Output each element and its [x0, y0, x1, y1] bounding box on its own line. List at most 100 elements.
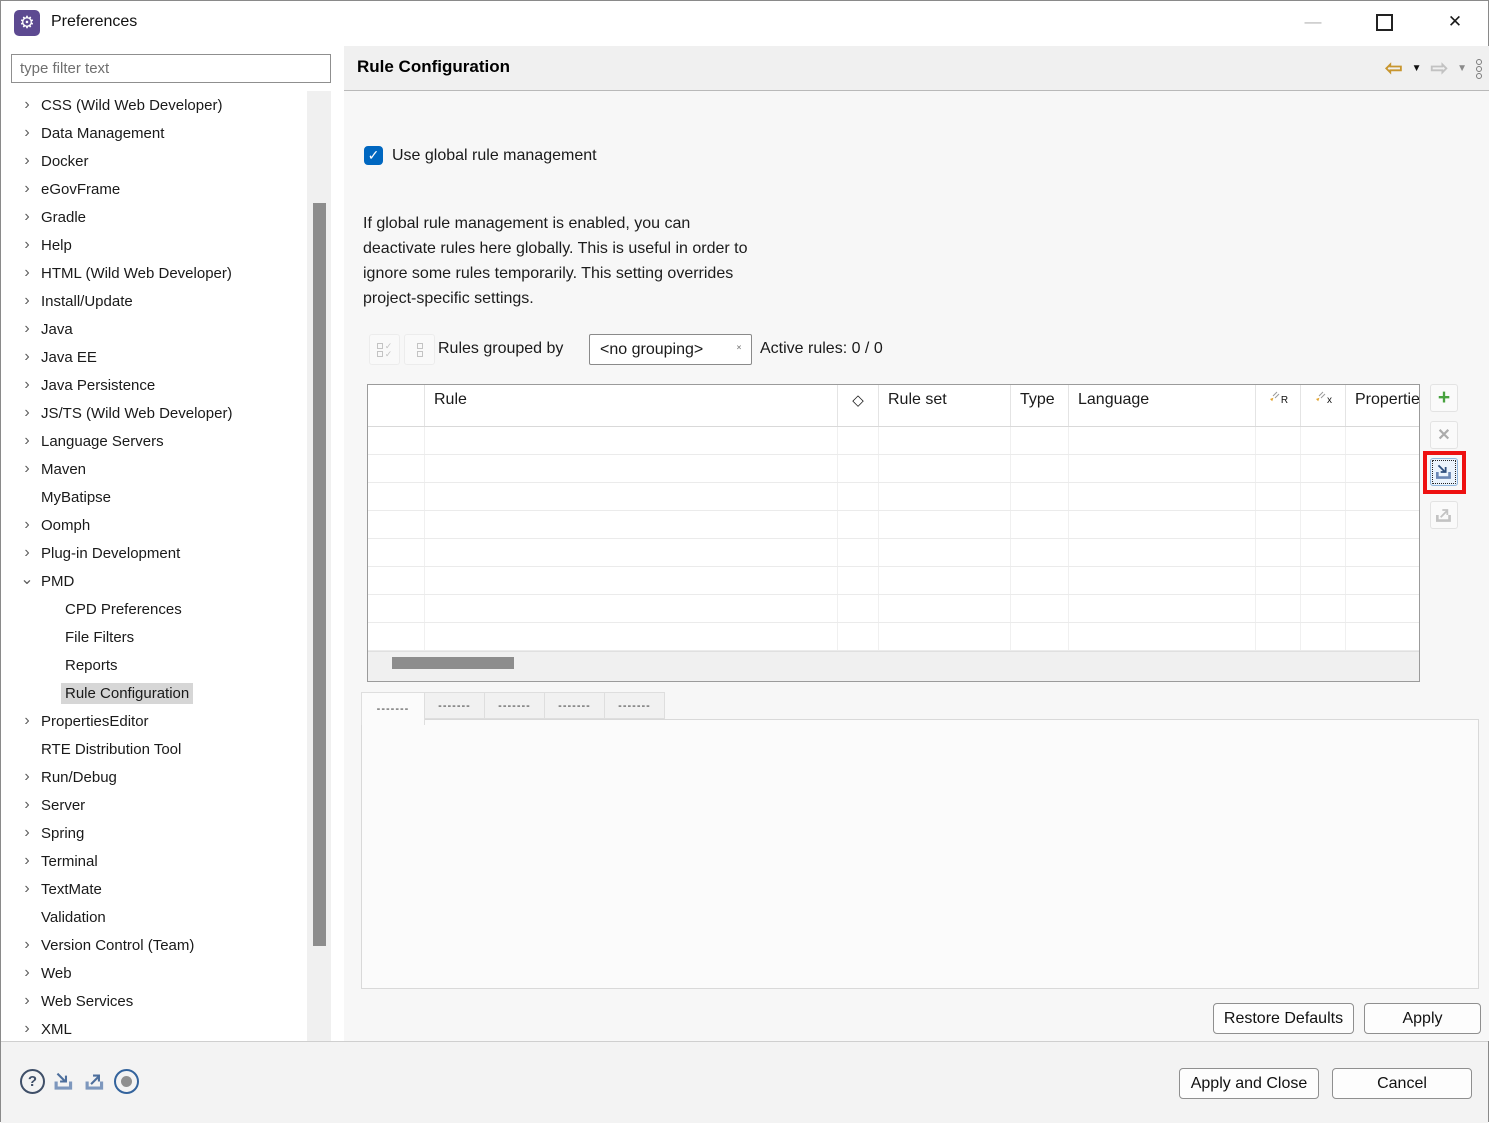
- sidebar-item-rule-configuration[interactable]: Rule Configuration: [1, 679, 306, 707]
- sidebar-item-cpd-preferences[interactable]: CPD Preferences: [1, 595, 306, 623]
- use-global-rule-management-row[interactable]: ✓ Use global rule management: [364, 146, 597, 165]
- chevron-collapsed-icon[interactable]: ›: [17, 264, 37, 282]
- column-header-checkbox[interactable]: [368, 385, 425, 426]
- filter-input[interactable]: [11, 54, 331, 83]
- rule-detail-tab-1[interactable]: -------: [361, 692, 425, 725]
- sidebar-item-install-update[interactable]: ›Install/Update: [1, 287, 306, 315]
- preference-recorder-icon[interactable]: [114, 1069, 139, 1094]
- rule-detail-tab-3[interactable]: -------: [485, 692, 545, 719]
- chevron-collapsed-icon[interactable]: ›: [17, 348, 37, 366]
- column-header-rule-set[interactable]: Rule set: [879, 385, 1011, 426]
- forward-arrow-icon[interactable]: ⇨: [1430, 56, 1448, 81]
- sidebar-item-server[interactable]: ›Server: [1, 791, 306, 819]
- sidebar-item-reports[interactable]: Reports: [1, 651, 306, 679]
- sidebar-item-rte-distribution-tool[interactable]: RTE Distribution Tool: [1, 735, 306, 763]
- sidebar-item-html-wild-web-developer[interactable]: ›HTML (Wild Web Developer): [1, 259, 306, 287]
- export-rules-button[interactable]: [1430, 501, 1458, 529]
- sidebar-item-java[interactable]: ›Java: [1, 315, 306, 343]
- chevron-collapsed-icon[interactable]: ›: [17, 432, 37, 450]
- chevron-collapsed-icon[interactable]: ›: [17, 320, 37, 338]
- sidebar-item-propertieseditor[interactable]: ›PropertiesEditor: [1, 707, 306, 735]
- sidebar-item-docker[interactable]: ›Docker: [1, 147, 306, 175]
- sidebar-scrollbar[interactable]: [307, 91, 331, 1041]
- check-all-rules-button[interactable]: ✓ ✓: [369, 334, 400, 365]
- grouping-select[interactable]: <no grouping> ˟: [589, 334, 752, 365]
- sidebar-item-version-control-team[interactable]: ›Version Control (Team): [1, 931, 306, 959]
- chevron-collapsed-icon[interactable]: ›: [17, 992, 37, 1010]
- rule-detail-tab-5[interactable]: -------: [605, 692, 665, 719]
- apply-and-close-button[interactable]: Apply and Close: [1179, 1068, 1319, 1099]
- table-horizontal-scrollbar-thumb[interactable]: [392, 657, 514, 669]
- chevron-collapsed-icon[interactable]: ›: [17, 236, 37, 254]
- column-header-rule-marker-r-icon[interactable]: R: [1256, 385, 1301, 426]
- chevron-collapsed-icon[interactable]: ›: [17, 376, 37, 394]
- chevron-collapsed-icon[interactable]: ›: [17, 880, 37, 898]
- column-header-language[interactable]: Language: [1069, 385, 1256, 426]
- chevron-collapsed-icon[interactable]: ›: [17, 936, 37, 954]
- chevron-collapsed-icon[interactable]: ›: [17, 544, 37, 562]
- chevron-collapsed-icon[interactable]: ›: [17, 152, 37, 170]
- help-icon[interactable]: ?: [20, 1069, 45, 1094]
- sidebar-item-css-wild-web-developer[interactable]: ›CSS (Wild Web Developer): [1, 91, 306, 119]
- view-menu-icon[interactable]: [1476, 59, 1482, 79]
- close-button[interactable]: ✕: [1432, 1, 1478, 43]
- sidebar-item-xml[interactable]: ›XML: [1, 1015, 306, 1041]
- sidebar-item-plug-in-development[interactable]: ›Plug-in Development: [1, 539, 306, 567]
- column-header-rule-marker-x-icon[interactable]: x: [1301, 385, 1346, 426]
- export-preferences-icon[interactable]: [83, 1071, 107, 1097]
- sidebar-item-data-management[interactable]: ›Data Management: [1, 119, 306, 147]
- remove-rule-button[interactable]: ✕: [1430, 421, 1458, 449]
- chevron-collapsed-icon[interactable]: ›: [17, 292, 37, 310]
- sidebar-item-mybatipse[interactable]: MyBatipse: [1, 483, 306, 511]
- sidebar-item-textmate[interactable]: ›TextMate: [1, 875, 306, 903]
- sidebar-item-java-persistence[interactable]: ›Java Persistence: [1, 371, 306, 399]
- sidebar-item-pmd[interactable]: ⌄PMD: [1, 567, 306, 595]
- sidebar-item-file-filters[interactable]: File Filters: [1, 623, 306, 651]
- add-rule-button[interactable]: +: [1430, 384, 1458, 412]
- sidebar-item-language-servers[interactable]: ›Language Servers: [1, 427, 306, 455]
- column-header-properties[interactable]: Properties: [1346, 385, 1420, 426]
- rule-detail-tab-2[interactable]: -------: [425, 692, 485, 719]
- minimize-button[interactable]: —: [1290, 1, 1336, 43]
- apply-button[interactable]: Apply: [1364, 1003, 1481, 1034]
- chevron-collapsed-icon[interactable]: ›: [17, 964, 37, 982]
- sidebar-item-js-ts-wild-web-developer[interactable]: ›JS/TS (Wild Web Developer): [1, 399, 306, 427]
- chevron-collapsed-icon[interactable]: ›: [17, 796, 37, 814]
- maximize-button[interactable]: [1361, 1, 1407, 43]
- forward-history-dropdown-icon[interactable]: ▼: [1457, 63, 1467, 74]
- chevron-collapsed-icon[interactable]: ›: [17, 460, 37, 478]
- chevron-collapsed-icon[interactable]: ›: [17, 124, 37, 142]
- sidebar-item-java-ee[interactable]: ›Java EE: [1, 343, 306, 371]
- use-global-checkbox[interactable]: ✓: [364, 146, 383, 165]
- restore-defaults-button[interactable]: Restore Defaults: [1213, 1003, 1354, 1034]
- sidebar-item-gradle[interactable]: ›Gradle: [1, 203, 306, 231]
- column-header-type[interactable]: Type: [1011, 385, 1069, 426]
- chevron-collapsed-icon[interactable]: ›: [17, 404, 37, 422]
- sidebar-item-egovframe[interactable]: ›eGovFrame: [1, 175, 306, 203]
- sidebar-item-validation[interactable]: Validation: [1, 903, 306, 931]
- chevron-expanded-icon[interactable]: ⌄: [17, 569, 37, 589]
- chevron-collapsed-icon[interactable]: ›: [17, 712, 37, 730]
- chevron-collapsed-icon[interactable]: ›: [17, 180, 37, 198]
- back-arrow-icon[interactable]: ⇦: [1385, 56, 1403, 81]
- import-preferences-icon[interactable]: [52, 1071, 76, 1097]
- column-header-rule[interactable]: Rule: [425, 385, 838, 426]
- chevron-collapsed-icon[interactable]: ›: [17, 824, 37, 842]
- sidebar-item-help[interactable]: ›Help: [1, 231, 306, 259]
- sidebar-item-web-services[interactable]: ›Web Services: [1, 987, 306, 1015]
- cancel-button[interactable]: Cancel: [1332, 1068, 1472, 1099]
- chevron-collapsed-icon[interactable]: ›: [17, 1020, 37, 1038]
- column-header-priority-diamond-icon[interactable]: ◇: [838, 385, 879, 426]
- back-history-dropdown-icon[interactable]: ▼: [1412, 63, 1422, 74]
- chevron-collapsed-icon[interactable]: ›: [17, 852, 37, 870]
- chevron-collapsed-icon[interactable]: ›: [17, 96, 37, 114]
- sidebar-item-terminal[interactable]: ›Terminal: [1, 847, 306, 875]
- chevron-collapsed-icon[interactable]: ›: [17, 516, 37, 534]
- rule-detail-tab-4[interactable]: -------: [545, 692, 605, 719]
- sidebar-item-run-debug[interactable]: ›Run/Debug: [1, 763, 306, 791]
- sidebar-item-web[interactable]: ›Web: [1, 959, 306, 987]
- sidebar-scrollbar-thumb[interactable]: [313, 203, 326, 946]
- uncheck-all-rules-button[interactable]: [404, 334, 435, 365]
- sidebar-item-oomph[interactable]: ›Oomph: [1, 511, 306, 539]
- chevron-collapsed-icon[interactable]: ›: [17, 768, 37, 786]
